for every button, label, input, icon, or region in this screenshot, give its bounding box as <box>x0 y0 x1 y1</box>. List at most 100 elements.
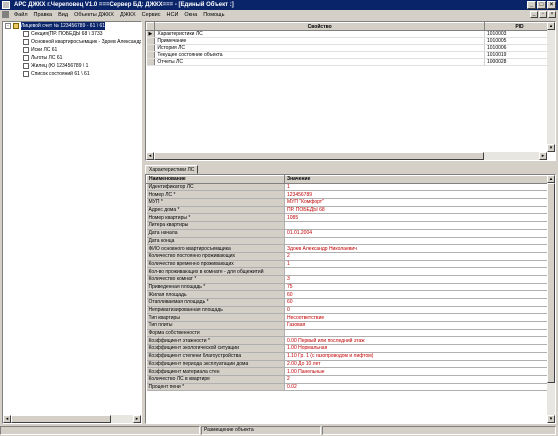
tree-node-root[interactable]: - Лицевой счет № 123456789 - 61 \ 61 <box>3 22 141 30</box>
menu-edit[interactable]: Правка <box>31 12 56 18</box>
property-pid[interactable]: 1010005 <box>484 37 555 45</box>
property-pid[interactable]: 1010019 <box>484 51 555 59</box>
tree-node[interactable]: Жилец (Ю 123456789 \ 1 <box>3 62 141 70</box>
object-tree[interactable]: - Лицевой счет № 123456789 - 61 \ 61 Секци… <box>2 21 142 424</box>
characteristic-value[interactable]: 1.10 Гр. 1 (с газопроводом и лифтом) <box>284 352 549 361</box>
property-name[interactable]: Отчеты ЛС <box>154 58 485 66</box>
characteristic-value[interactable]: 60 <box>284 290 549 299</box>
scroll-right-button[interactable]: ▸ <box>539 152 547 160</box>
characteristic-value[interactable]: 1 <box>284 260 549 269</box>
characteristics-vertical-scrollbar[interactable]: ▴ ▾ <box>547 175 555 423</box>
scroll-thumb[interactable] <box>11 415 111 423</box>
scroll-left-button[interactable]: ◂ <box>3 415 11 423</box>
tree-node[interactable]: Секция(ПР. ПОБЕДЫ 68 \ 3733 <box>3 30 141 38</box>
characteristic-value[interactable]: 1.00 Нормальная <box>284 344 549 353</box>
maximize-button[interactable]: □ <box>537 1 546 9</box>
characteristic-value[interactable]: Газовая <box>284 321 549 330</box>
tree-node[interactable]: Иски ЛС 61 <box>3 46 141 54</box>
characteristic-row[interactable]: Отапливаемая площадь * 60 <box>146 298 549 307</box>
collapse-icon[interactable]: - <box>5 23 11 29</box>
tab-characteristics[interactable]: Характеристики ЛС <box>145 165 199 174</box>
mdi-close-button[interactable]: × <box>548 11 556 18</box>
menu-objects[interactable]: Объекты ДЖКХ <box>71 12 117 18</box>
property-pid[interactable]: 1000028 <box>484 58 555 66</box>
mdi-minimize-button[interactable]: _ <box>530 11 538 18</box>
scroll-down-button[interactable]: ▾ <box>547 144 555 152</box>
characteristic-row[interactable]: Коэффициент степени благоустройства 1.10 … <box>146 352 549 361</box>
menu-dzhkh[interactable]: ДЖКХ <box>117 12 139 18</box>
scroll-down-button[interactable]: ▾ <box>547 415 555 423</box>
menu-view[interactable]: Вид <box>55 12 71 18</box>
close-button[interactable]: × <box>547 1 556 9</box>
property-name[interactable]: Текущее состояние объекта <box>154 51 485 59</box>
property-name[interactable]: Характеристики ЛС <box>154 30 485 38</box>
characteristic-row[interactable]: Неприватизированная площадь 0 <box>146 306 549 315</box>
property-pid[interactable]: 1010006 <box>484 44 555 52</box>
characteristic-row[interactable]: Кол-во проживающих в комнате - для общеж… <box>146 267 549 276</box>
characteristic-value[interactable]: 01.01.2004 <box>284 229 549 238</box>
characteristic-row[interactable]: Дата конца <box>146 237 549 246</box>
characteristic-value[interactable] <box>284 267 549 276</box>
characteristic-row[interactable]: Приведенная площадь * 75 <box>146 283 549 292</box>
menu-nsi[interactable]: НСИ <box>164 12 182 18</box>
characteristic-row[interactable]: Дата начала 01.01.2004 <box>146 229 549 238</box>
characteristic-row[interactable]: Тип плиты Газовая <box>146 321 549 330</box>
characteristic-value[interactable]: 60 <box>284 298 549 307</box>
tree-node[interactable]: Список состояний 61 \ 61 <box>3 70 141 78</box>
characteristic-value[interactable]: 3 <box>284 275 549 284</box>
characteristic-value[interactable]: 123456789 <box>284 190 549 200</box>
characteristic-row[interactable]: Номер квартиры * 1085 <box>146 213 549 223</box>
characteristic-row[interactable]: Коэффициент периода эксплуатации дома 2.0… <box>146 360 549 369</box>
scroll-right-button[interactable]: ▸ <box>133 415 141 423</box>
characteristic-value[interactable]: Несоответствие <box>284 313 549 323</box>
characteristic-row[interactable]: Идентификатор ЛС 1 <box>146 183 549 192</box>
property-row[interactable]: История ЛС 1010006 <box>146 44 555 52</box>
characteristic-value[interactable] <box>284 221 549 230</box>
characteristic-row[interactable]: Коэффициент материала стен 1.00 Панельные <box>146 367 549 376</box>
column-header-pid[interactable]: PID <box>484 22 555 31</box>
scroll-left-button[interactable]: ◂ <box>146 152 154 160</box>
tree-node[interactable]: Основной квартиросъемщик - Здоев Алексан… <box>3 38 141 46</box>
characteristics-grid[interactable]: Наименование Значение Идентификатор ЛС 1 Н… <box>145 174 556 424</box>
characteristic-value[interactable]: 1.00 Панельные <box>284 367 549 376</box>
property-name[interactable]: Примечание <box>154 37 485 45</box>
scroll-thumb[interactable] <box>547 183 555 383</box>
property-row[interactable]: ▶ Характеристики ЛС 1010003 <box>146 30 555 38</box>
characteristic-value[interactable] <box>284 329 549 338</box>
characteristic-value[interactable]: 0.00 Первый или последний этаж <box>284 336 549 346</box>
characteristic-row[interactable]: Коэффициент экологической ситуации 1.00 Н… <box>146 344 549 353</box>
characteristic-row[interactable]: Количество постоянно проживающих 2 <box>146 252 549 261</box>
menu-service[interactable]: Сервис <box>139 12 164 18</box>
tree-horizontal-scrollbar[interactable]: ◂ ▸ <box>3 415 141 423</box>
column-header-value[interactable]: Значение <box>284 175 549 184</box>
characteristic-value[interactable]: 2.00 До 10 лет <box>284 360 549 369</box>
menu-windows[interactable]: Окна <box>181 12 200 18</box>
characteristic-value[interactable]: 0 <box>284 306 549 315</box>
characteristic-value[interactable]: 75 <box>284 283 549 292</box>
column-header-name[interactable]: Наименование <box>146 175 285 184</box>
characteristic-row[interactable]: Процент пени * 0.02 <box>146 383 549 392</box>
properties-vertical-scrollbar[interactable]: ▴ ▾ <box>547 22 555 152</box>
property-row[interactable]: Примечание 1010005 <box>146 37 555 45</box>
characteristic-value[interactable]: 0.02 <box>284 383 549 392</box>
property-pid[interactable]: 1010003 <box>484 30 555 38</box>
characteristic-value[interactable]: МУП "Комфорт" <box>284 198 549 207</box>
tree-node[interactable]: Льготы ЛС 61 <box>3 54 141 62</box>
characteristic-value[interactable]: 1085 <box>284 213 549 223</box>
characteristic-row[interactable]: Номер ЛС * 123456789 <box>146 190 549 200</box>
characteristic-row[interactable]: ФИО основного квартиросъемщика Здоев Алек… <box>146 244 549 253</box>
characteristic-value[interactable]: 2 <box>284 375 549 384</box>
characteristic-row[interactable]: Адрес дома * ПР. ПОБЕДЫ 68 <box>146 206 549 215</box>
characteristic-row[interactable]: МУП * МУП "Комфорт" <box>146 198 549 207</box>
property-name[interactable]: История ЛС <box>154 44 485 52</box>
characteristic-row[interactable]: Количество комнат * 3 <box>146 275 549 284</box>
scroll-up-button[interactable]: ▴ <box>547 22 555 30</box>
characteristic-value[interactable]: Здоев Александр Николаевич <box>284 244 549 253</box>
properties-grid[interactable]: Свойство PID ▶ Характеристики ЛС 1010003 Пр… <box>145 21 556 161</box>
characteristic-value[interactable] <box>284 237 549 246</box>
characteristic-row[interactable]: Литера квартиры <box>146 221 549 230</box>
characteristic-row[interactable]: Количество ЛС в квартире 2 <box>146 375 549 384</box>
properties-horizontal-scrollbar[interactable]: ◂ ▸ <box>146 152 547 160</box>
property-row[interactable]: Отчеты ЛС 1000028 <box>146 58 555 66</box>
minimize-button[interactable]: _ <box>527 1 536 9</box>
